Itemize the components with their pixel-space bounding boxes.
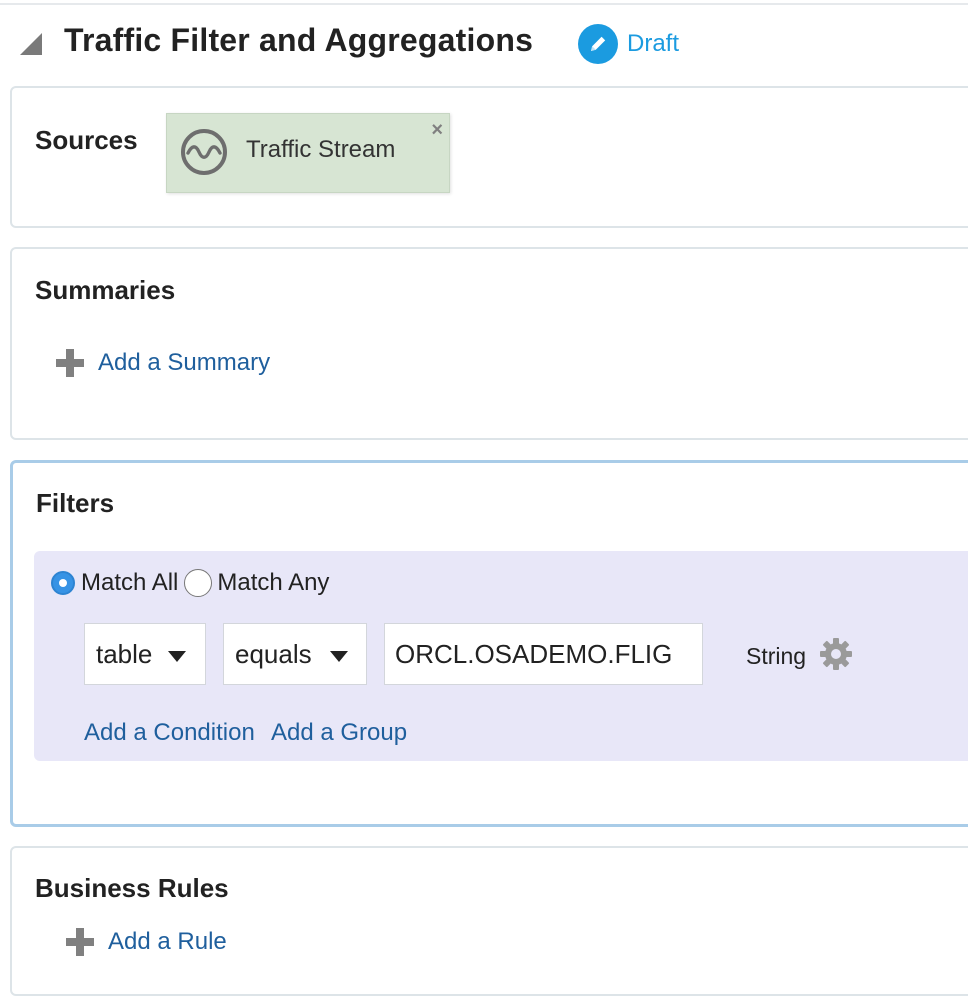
- business-rules-panel: Business Rules Add a Rule: [10, 846, 968, 996]
- stream-wave-icon: [181, 129, 227, 175]
- pencil-icon[interactable]: [578, 24, 618, 64]
- add-rule-link[interactable]: Add a Rule: [65, 927, 227, 957]
- add-summary-link[interactable]: Add a Summary: [55, 348, 270, 378]
- condition-value-input[interactable]: [384, 623, 703, 685]
- add-rule-label[interactable]: Add a Rule: [108, 928, 227, 956]
- source-label: Traffic Stream: [246, 136, 396, 163]
- filter-condition-group: Match All Match Any table equals String: [34, 551, 968, 761]
- stage-header: Traffic Filter and Aggregations Draft: [0, 18, 968, 68]
- chevron-down-icon: [330, 651, 348, 662]
- business-rules-title: Business Rules: [35, 873, 229, 903]
- operator-select-value: equals: [235, 638, 312, 669]
- field-select[interactable]: table: [84, 623, 206, 685]
- sources-panel: Sources Traffic Stream ×: [10, 86, 968, 228]
- value-type-label: String: [746, 643, 807, 669]
- draft-label[interactable]: Draft: [627, 30, 679, 58]
- match-mode: Match All Match Any: [51, 569, 329, 597]
- match-all-radio[interactable]: [51, 571, 75, 595]
- chevron-down-icon: [168, 651, 186, 662]
- operator-select[interactable]: equals: [223, 623, 367, 685]
- add-condition-link[interactable]: Add a Condition: [84, 719, 255, 747]
- filters-title: Filters: [36, 488, 115, 518]
- collapse-triangle-icon[interactable]: [20, 33, 42, 55]
- close-icon[interactable]: ×: [431, 120, 443, 140]
- sources-title: Sources: [35, 125, 138, 155]
- plus-icon: [56, 349, 84, 377]
- summaries-panel: Summaries Add a Summary: [10, 247, 968, 440]
- gear-icon[interactable]: [819, 637, 853, 671]
- summaries-title: Summaries: [35, 275, 176, 305]
- page-title: Traffic Filter and Aggregations: [64, 22, 534, 58]
- filters-panel: Filters Match All Match Any table equals…: [10, 460, 968, 827]
- match-any-radio[interactable]: [184, 569, 213, 597]
- top-divider: [0, 3, 968, 5]
- match-all-label[interactable]: Match All: [81, 569, 178, 597]
- source-chip[interactable]: Traffic Stream ×: [166, 113, 450, 193]
- draft-status[interactable]: Draft: [578, 24, 679, 64]
- add-group-link[interactable]: Add a Group: [271, 719, 407, 747]
- match-any-label[interactable]: Match Any: [217, 569, 329, 597]
- field-select-value: table: [96, 638, 153, 669]
- plus-icon: [66, 928, 94, 956]
- add-summary-label[interactable]: Add a Summary: [98, 349, 270, 377]
